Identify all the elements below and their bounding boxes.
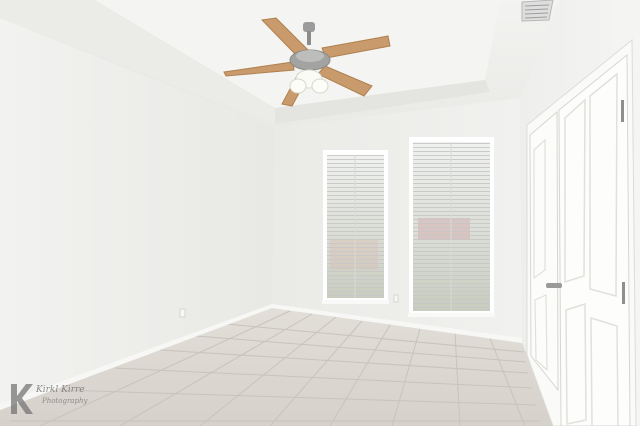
room-illustration <box>0 0 640 426</box>
window-right <box>408 137 495 317</box>
window-left <box>322 150 389 304</box>
outlet-back <box>393 294 399 303</box>
air-vent <box>521 0 554 22</box>
door-handle <box>546 283 562 288</box>
outlet-left <box>179 308 186 318</box>
room-photo: Kirkl Kirre Photography <box>0 0 640 426</box>
